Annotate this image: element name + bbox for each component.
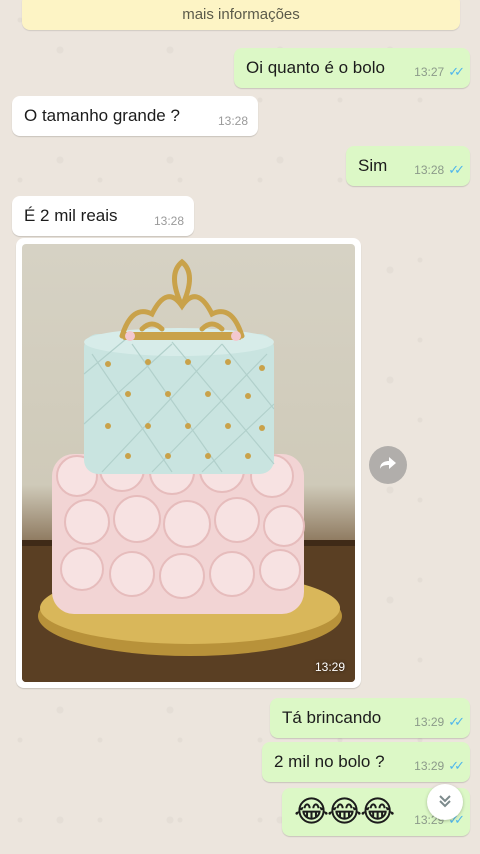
read-ticks-icon: ✓✓: [448, 758, 465, 773]
message-time: 13:28: [414, 163, 445, 177]
message-time: 13:29: [414, 759, 445, 773]
double-chevron-down-icon: [437, 793, 453, 812]
media-time: 13:29: [314, 660, 345, 674]
message-text: O tamanho grande ?: [24, 106, 180, 125]
message-meta: 13:28: [218, 114, 248, 128]
message-text: Sim: [358, 156, 388, 175]
message-text: 2 mil no bolo ?: [274, 752, 385, 771]
message-bubble-outgoing[interactable]: Sim 13:28 ✓✓: [346, 146, 470, 186]
message-bubble-outgoing[interactable]: Tá brincando 13:29 ✓✓: [270, 698, 470, 738]
message-meta: 13:29 ✓✓: [414, 714, 465, 730]
read-ticks-icon: ✓✓: [448, 162, 465, 177]
message-time: 13:29: [414, 715, 445, 729]
message-bubble-outgoing[interactable]: Oi quanto é o bolo 13:27 ✓✓: [234, 48, 470, 88]
message-meta: 13:28: [154, 214, 184, 228]
message-bubble-incoming[interactable]: O tamanho grande ? 13:28: [12, 96, 258, 136]
image-message-bubble[interactable]: 13:29: [16, 238, 361, 688]
message-bubble-outgoing[interactable]: 2 mil no bolo ? 13:29 ✓✓: [262, 742, 470, 782]
message-bubble-incoming[interactable]: É 2 mil reais 13:28: [12, 196, 194, 236]
message-emoji-text: 😂😂😂: [294, 795, 395, 829]
cake-photo[interactable]: 13:29: [22, 244, 355, 682]
message-time: 13:27: [414, 65, 445, 79]
message-text: É 2 mil reais: [24, 206, 118, 225]
read-ticks-icon: ✓✓: [448, 714, 465, 729]
message-text: Tá brincando: [282, 708, 382, 727]
forward-icon: [378, 453, 398, 478]
message-meta: 13:28 ✓✓: [414, 162, 465, 178]
message-meta: 13:27 ✓✓: [414, 64, 465, 80]
message-time: 13:28: [153, 214, 184, 228]
message-text: Oi quanto é o bolo: [246, 58, 385, 77]
cake-illustration: [22, 258, 355, 682]
encryption-notice-text: mais informações: [182, 6, 300, 23]
message-time: 13:28: [217, 114, 248, 128]
forward-button[interactable]: [369, 446, 407, 484]
read-ticks-icon: ✓✓: [448, 64, 465, 79]
scroll-to-bottom-button[interactable]: [427, 784, 463, 820]
encryption-notice-banner[interactable]: mais informações: [22, 0, 460, 30]
message-meta: 13:29 ✓✓: [414, 758, 465, 774]
